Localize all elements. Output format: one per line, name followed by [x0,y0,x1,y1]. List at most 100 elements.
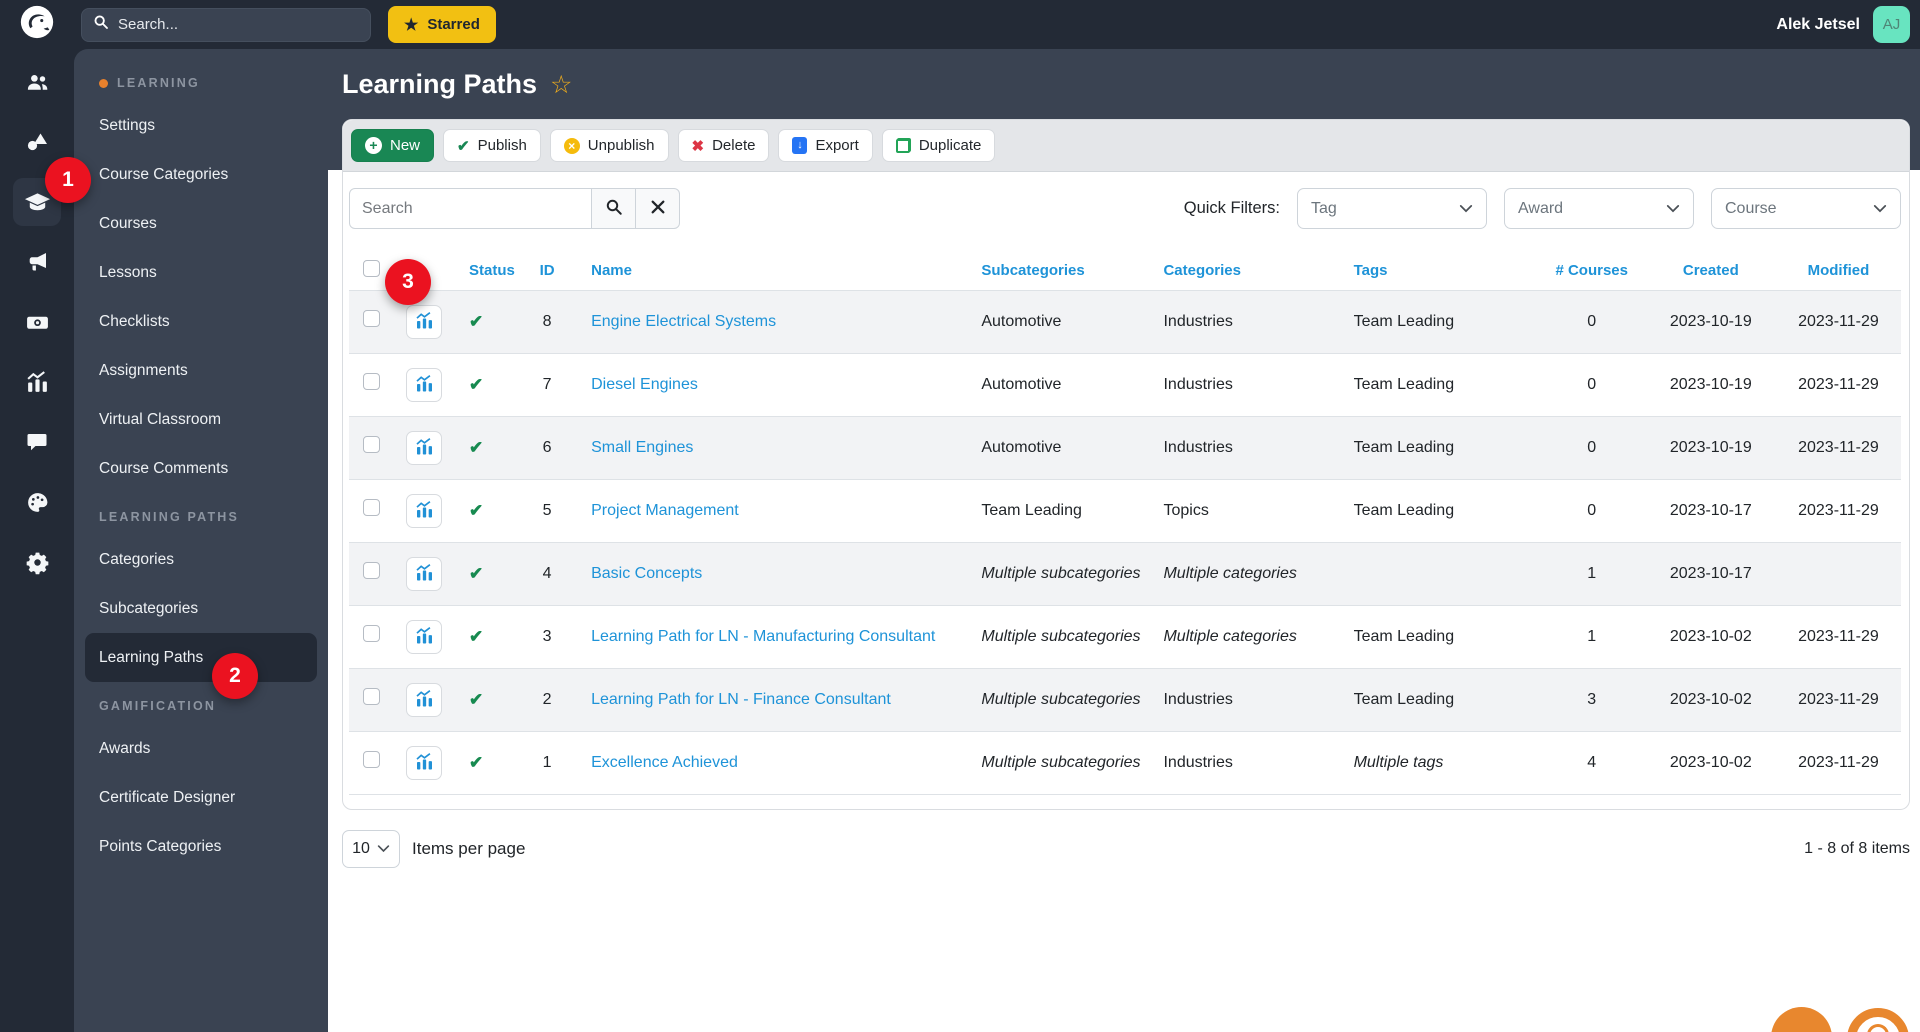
rail-item-marketing[interactable] [0,232,74,292]
learning-path-link[interactable]: Diesel Engines [591,376,698,393]
cell-modified: 2023-11-29 [1798,690,1879,708]
cell-created: 2023-10-19 [1669,375,1752,393]
cell-id: 2 [542,690,552,708]
filter-select-award[interactable]: Award [1504,188,1694,229]
sidebar-item-learning-paths[interactable]: Learning Paths [85,633,317,682]
sidebar-item-lessons[interactable]: Lessons [74,248,328,297]
cell-created: 2023-10-19 [1669,438,1752,456]
preview-chart-button[interactable] [406,620,443,654]
preview-chart-button[interactable] [406,494,443,528]
row-checkbox[interactable] [362,310,380,328]
row-checkbox[interactable] [362,499,380,517]
column-header-name: Name [591,262,632,279]
status-published-icon: ✔ [469,374,484,394]
sidebar-item-course-categories[interactable]: Course Categories [74,150,328,199]
cell-created: 2023-10-02 [1669,690,1752,708]
sidebar-item-certificate-designer[interactable]: Certificate Designer [74,773,328,822]
card-body: Quick Filters: Tag Award Course Status ID Na… [343,172,1909,809]
preview-chart-button[interactable] [406,305,443,339]
row-checkbox[interactable] [362,436,380,454]
sidebar-item-subcategories[interactable]: Subcategories [74,584,328,633]
column-header-categories: Categories [1163,262,1241,279]
learning-path-link[interactable]: Engine Electrical Systems [591,313,776,330]
sidebar-item-checklists[interactable]: Checklists [74,297,328,346]
publish-button[interactable]: ✔ Publish [443,129,541,162]
new-button[interactable]: + New [351,129,435,162]
row-checkbox[interactable] [362,751,380,769]
cell-tags: Multiple tags [1353,753,1444,771]
sidebar-nav: LEARNING Settings Course Categories Courses… [74,49,328,1032]
user-name: Alek Jetsel [1776,15,1860,33]
row-checkbox[interactable] [362,373,380,391]
chart-icon [414,752,435,775]
sidebar-item-courses[interactable]: Courses [74,199,328,248]
starred-button[interactable]: ★ Starred [388,6,496,43]
preview-chart-button[interactable] [406,746,443,780]
cell-name: Project Management [575,480,967,543]
sidebar-item-awards[interactable]: Awards [74,724,328,773]
people-icon [25,70,50,95]
page-size-select[interactable]: 10 [342,830,400,868]
rail-item-messages[interactable] [0,412,74,472]
chart-icon [414,374,435,397]
learning-path-link[interactable]: Project Management [591,502,739,519]
cell-status: ✔ [455,732,519,795]
cell-subcategories: Automotive [981,312,1062,330]
learning-path-link[interactable]: Excellence Achieved [591,754,738,771]
select-all-checkbox[interactable] [362,260,380,277]
cell-created: 2023-10-19 [1669,312,1752,330]
rail-item-design[interactable] [0,472,74,532]
preview-chart-button[interactable] [406,683,443,717]
sidebar-item-virtual-classroom[interactable]: Virtual Classroom [74,395,328,444]
unpublish-button[interactable]: × Unpublish [549,129,669,162]
sidebar-item-assignments[interactable]: Assignments [74,346,328,395]
preview-chart-button[interactable] [406,431,443,465]
rail-item-sales[interactable] [0,292,74,352]
global-search-input[interactable] [118,16,359,33]
filter-select-course[interactable]: Course [1711,188,1901,229]
sidebar-item-course-comments[interactable]: Course Comments [74,444,328,493]
button-label: Export [815,137,859,154]
sidebar-item-categories[interactable]: Categories [74,535,328,584]
cell-select [349,480,393,543]
button-label: Publish [477,137,527,154]
delete-button[interactable]: ✖ Delete [677,129,770,162]
row-checkbox[interactable] [362,562,380,580]
status-published-icon: ✔ [469,626,484,646]
column-header-modified: Modified [1807,262,1870,279]
favorite-star-icon[interactable]: ☆ [550,73,572,98]
main-area: Learning Paths ☆ + New ✔ Publish × Unpublish ✖… [328,49,1920,1032]
row-checkbox[interactable] [362,625,380,643]
app-window: ★ Starred Alek Jetsel AJ [0,0,1920,1032]
cell-preview [393,354,455,417]
learning-path-link[interactable]: Small Engines [591,439,693,456]
rail-item-settings[interactable] [0,532,74,592]
clear-search-button[interactable] [636,188,680,229]
table-search-input[interactable] [349,188,592,229]
row-checkbox[interactable] [362,688,380,706]
rail-item-people[interactable] [0,52,74,112]
cell-preview [393,417,455,480]
learning-path-link[interactable]: Learning Path for LN - Manufacturing Con… [591,628,935,645]
preview-chart-button[interactable] [406,368,443,402]
learning-path-link[interactable]: Basic Concepts [591,565,702,582]
app-logo[interactable] [0,3,74,46]
cell-courses: 0 [1587,438,1597,456]
cell-tags: Team Leading [1353,312,1455,330]
sidebar-item-points-categories[interactable]: Points Categories [74,822,328,871]
avatar[interactable]: AJ [1873,6,1910,43]
cell-id: 1 [542,753,552,771]
filter-row: Quick Filters: Tag Award Course [349,188,1901,229]
learning-path-link[interactable]: Learning Path for LN - Finance Consultan… [591,691,891,708]
filter-select-tag[interactable]: Tag [1297,188,1487,229]
export-button[interactable]: ↓ Export [778,129,873,162]
rail-item-reports[interactable] [0,352,74,412]
sidebar-item-settings[interactable]: Settings [74,101,328,150]
bar-chart-icon [25,370,50,395]
starred-label: Starred [427,16,480,33]
range-label: 1 - 8 of 8 items [1804,840,1910,857]
preview-chart-button[interactable] [406,557,443,591]
search-icon [605,198,623,219]
table-search-button[interactable] [592,188,636,229]
duplicate-button[interactable]: Duplicate [881,129,996,162]
